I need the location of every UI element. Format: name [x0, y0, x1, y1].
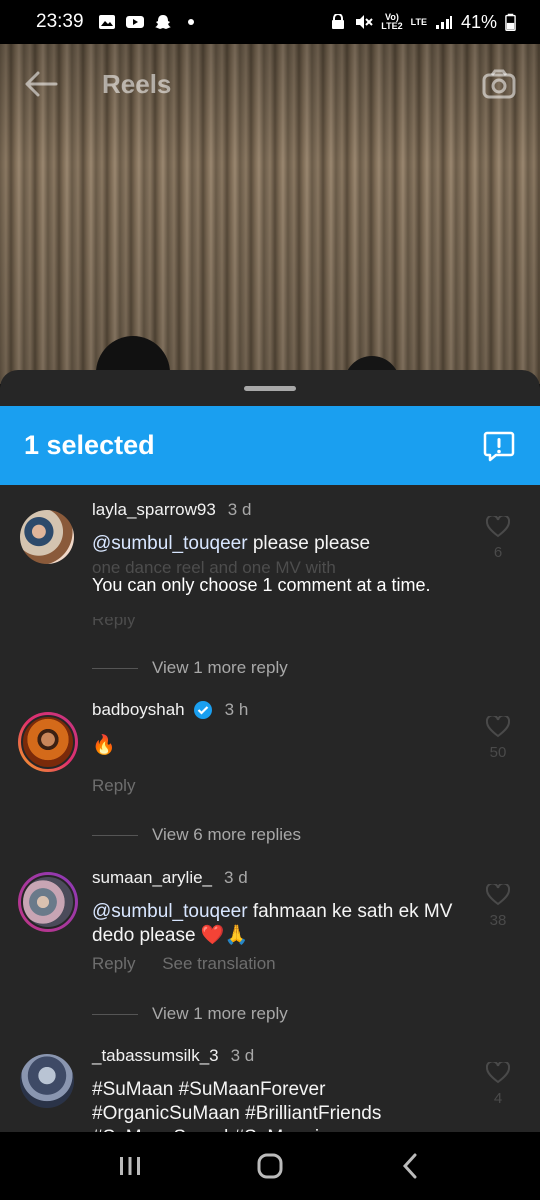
comment-text: 🔥: [92, 735, 116, 756]
battery-percent: 41%: [460, 11, 497, 32]
lte-indicator: LTE: [410, 16, 427, 27]
comments-sheet: 1 selected layla_sparrow93 3 d @sumbul_t…: [0, 370, 540, 1132]
comment-text: #SuMaan #SuMaanForever #OrganicSuMaan #B…: [92, 1079, 382, 1132]
recent-apps-icon: [120, 1157, 140, 1175]
volte-indicator: Vo) LTE2: [381, 12, 403, 31]
camera-icon[interactable]: [482, 69, 516, 99]
notification-dot-icon: [187, 19, 194, 25]
comment-username[interactable]: sumaan_arylie_ 3 d: [92, 868, 248, 888]
drag-handle[interactable]: [244, 386, 296, 391]
divider-line: [92, 667, 138, 669]
report-icon[interactable]: [482, 429, 516, 463]
avatar[interactable]: [18, 872, 78, 932]
mention-link[interactable]: @sumbul_touqeer: [92, 901, 248, 922]
reply-button[interactable]: Reply: [92, 776, 135, 795]
view-more-replies[interactable]: View 6 more replies: [92, 825, 301, 845]
reply-button[interactable]: Reply: [92, 617, 135, 629]
like-count: 6: [493, 544, 503, 561]
status-time: 23:39: [36, 11, 84, 32]
reels-header: Reels: [0, 44, 540, 124]
selection-count: 1 selected: [24, 430, 155, 460]
comment-username[interactable]: _tabassumsilk_3 3 d: [92, 1046, 254, 1066]
youtube-icon: [125, 16, 144, 28]
system-nav-bar: [0, 1132, 540, 1200]
like-control[interactable]: 4: [484, 1062, 512, 1107]
back-chevron-icon: [402, 1153, 417, 1179]
see-translation-button[interactable]: See translation: [162, 954, 275, 973]
heart-icon[interactable]: [486, 716, 510, 738]
heart-icon[interactable]: [486, 1062, 510, 1084]
reply-row: Reply: [92, 776, 157, 796]
reply-row: Reply: [92, 617, 157, 630]
battery-icon: [505, 13, 516, 31]
like-control[interactable]: 38: [484, 884, 512, 929]
like-count: 38: [489, 912, 507, 929]
divider-line: [92, 1013, 138, 1015]
heart-icon[interactable]: [486, 516, 510, 538]
reply-row: Reply See translation: [92, 954, 298, 974]
snapchat-icon: [154, 15, 171, 29]
comment-text: @sumbul_touqeer fahmaan ke sath ek MV de…: [92, 901, 453, 946]
back-arrow-icon[interactable]: [24, 71, 58, 97]
home-icon: [257, 1153, 283, 1179]
view-more-replies[interactable]: View 1 more reply: [92, 1004, 288, 1024]
back-button[interactable]: [390, 1146, 430, 1186]
mute-icon: [356, 15, 373, 29]
view-more-replies[interactable]: View 1 more reply: [92, 658, 288, 678]
like-count: 50: [489, 744, 507, 761]
like-control[interactable]: 50: [484, 716, 512, 761]
toast-message: You can only choose 1 comment at a time.: [92, 575, 431, 595]
comment-username[interactable]: badboyshah 3 h: [92, 700, 248, 720]
avatar[interactable]: [20, 510, 74, 564]
avatar[interactable]: [20, 1054, 74, 1108]
like-count: 4: [493, 1090, 503, 1107]
mention-link[interactable]: @sumbul_touqeer: [92, 533, 248, 554]
comment-text: @sumbul_touqeer please please: [92, 533, 371, 554]
gallery-icon: [98, 15, 115, 29]
avatar-image: [21, 875, 75, 929]
status-bar: 23:39 Vo) LTE2 LTE 41%: [0, 0, 540, 44]
heart-icon[interactable]: [486, 884, 510, 906]
verified-badge-icon: [193, 701, 212, 719]
signal-icon: [435, 16, 452, 29]
page-title: Reels: [102, 68, 172, 99]
comment-username[interactable]: layla_sparrow93 3 d: [92, 500, 251, 520]
reply-button[interactable]: Reply: [92, 954, 135, 973]
like-control[interactable]: 6: [484, 516, 512, 561]
divider-line: [92, 834, 138, 836]
avatar-image: [21, 715, 75, 769]
selection-bar: 1 selected: [0, 406, 540, 485]
recent-apps-button[interactable]: [110, 1146, 150, 1186]
lock-alarm-icon: [332, 14, 345, 29]
avatar[interactable]: [18, 712, 78, 772]
home-button[interactable]: [250, 1146, 290, 1186]
